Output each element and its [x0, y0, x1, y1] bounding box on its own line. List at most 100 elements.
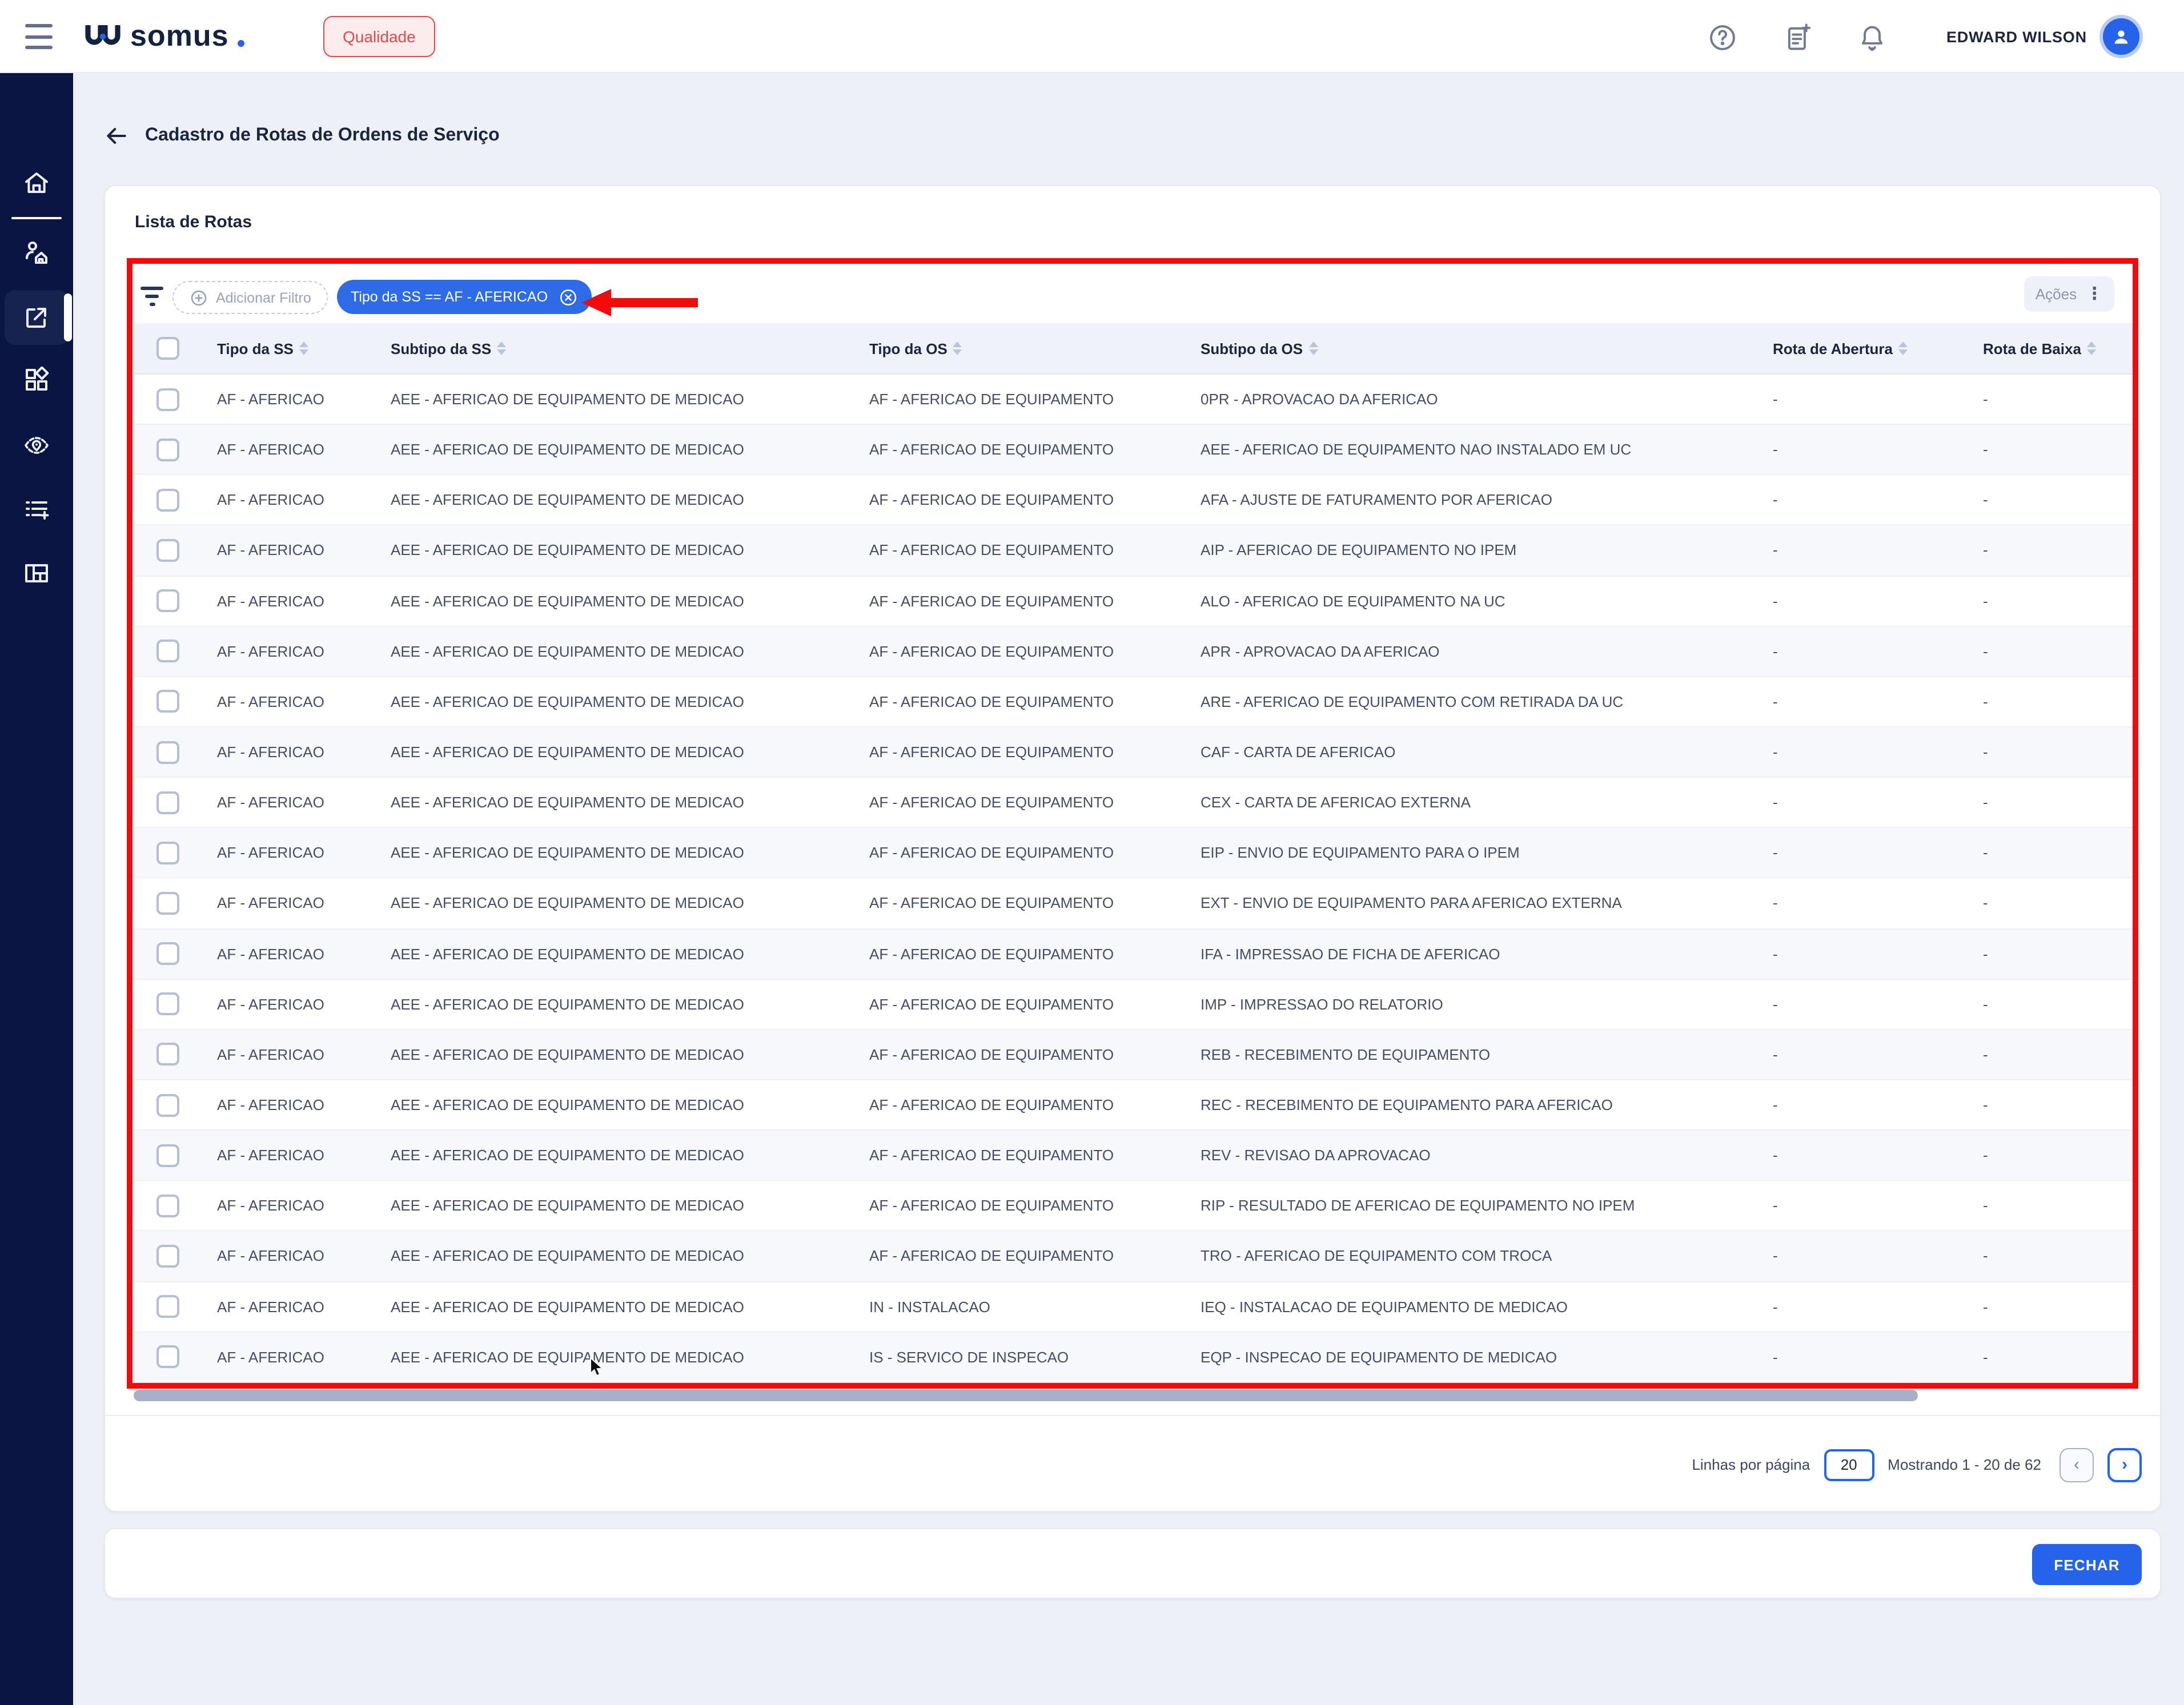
table-row[interactable]: AF - AFERICAO AEE - AFERICAO DE EQUIPAME…: [134, 1080, 2135, 1131]
column-header-tipo-ss[interactable]: Tipo da SS: [217, 340, 391, 357]
row-checkbox[interactable]: [156, 1195, 179, 1217]
table-row[interactable]: AF - AFERICAO AEE - AFERICAO DE EQUIPAME…: [134, 778, 2135, 828]
plus-circle-icon: [190, 288, 208, 307]
app-window: somus Qualidade EDWARD WILSON Cadastro d…: [0, 0, 2184, 1705]
row-checkbox[interactable]: [156, 388, 179, 411]
table-row[interactable]: AF - AFERICAO AEE - AFERICAO DE EQUIPAME…: [134, 727, 2135, 778]
row-checkbox[interactable]: [156, 589, 179, 612]
row-checkbox[interactable]: [156, 1295, 179, 1318]
horizontal-scrollbar[interactable]: [134, 1390, 1918, 1401]
rows-per-page-input[interactable]: [1824, 1449, 1874, 1481]
add-filter-label: Adicionar Filtro: [216, 289, 311, 305]
cell-subtipo-ss: AEE - AFERICAO DE EQUIPAMENTO DE MEDICAO: [391, 542, 869, 559]
table-row[interactable]: AF - AFERICAO AEE - AFERICAO DE EQUIPAME…: [134, 1181, 2135, 1232]
row-checkbox[interactable]: [156, 438, 179, 461]
row-checkbox[interactable]: [156, 489, 179, 512]
sidebar-item-home[interactable]: [0, 155, 73, 210]
row-checkbox[interactable]: [156, 640, 179, 663]
table-row[interactable]: AF - AFERICAO AEE - AFERICAO DE EQUIPAME…: [134, 979, 2135, 1030]
cell-tipo-ss: AF - AFERICAO: [217, 542, 391, 559]
table-row[interactable]: AF - AFERICAO AEE - AFERICAO DE EQUIPAME…: [134, 626, 2135, 677]
select-all-checkbox[interactable]: [156, 337, 179, 360]
row-checkbox[interactable]: [156, 993, 179, 1016]
table-row[interactable]: AF - AFERICAO AEE - AFERICAO DE EQUIPAME…: [134, 829, 2135, 879]
back-arrow-icon[interactable]: [104, 123, 129, 148]
row-checkbox[interactable]: [156, 1245, 179, 1268]
sort-icon: [953, 341, 962, 355]
cell-subtipo-os: TRO - AFERICAO DE EQUIPAMENTO COM TROCA: [1201, 1248, 1773, 1265]
row-checkbox[interactable]: [156, 892, 179, 915]
row-checkbox[interactable]: [156, 791, 179, 814]
table-row[interactable]: AF - AFERICAO AEE - AFERICAO DE EQUIPAME…: [134, 929, 2135, 979]
main-content: Cadastro de Rotas de Ordens de Serviço L…: [73, 73, 2184, 1705]
logo-text: somus: [130, 21, 229, 50]
sidebar-item-external[interactable]: [0, 290, 73, 345]
cell-rota-abertura: -: [1773, 492, 1983, 509]
cell-rota-abertura: -: [1773, 693, 1983, 710]
sidebar-item-list-add[interactable]: [0, 482, 73, 537]
table-row[interactable]: AF - AFERICAO AEE - AFERICAO DE EQUIPAME…: [134, 476, 2135, 526]
cell-rota-abertura: -: [1773, 1248, 1983, 1265]
row-checkbox[interactable]: [156, 1093, 179, 1116]
actions-button[interactable]: Ações ⋮: [2024, 276, 2114, 312]
table-row[interactable]: AF - AFERICAO AEE - AFERICAO DE EQUIPAME…: [134, 375, 2135, 425]
column-header-rota-baixa[interactable]: Rota de Baixa: [1983, 340, 2135, 357]
person-icon: [2110, 25, 2133, 48]
cell-tipo-ss: AF - AFERICAO: [217, 492, 391, 509]
table-row[interactable]: AF - AFERICAO AEE - AFERICAO DE EQUIPAME…: [134, 879, 2135, 929]
table-row[interactable]: AF - AFERICAO AEE - AFERICAO DE EQUIPAME…: [134, 576, 2135, 626]
sidebar-item-widgets[interactable]: [0, 353, 73, 408]
table-row[interactable]: AF - AFERICAO AEE - AFERICAO DE EQUIPAME…: [134, 1232, 2135, 1282]
table-row[interactable]: AF - AFERICAO AEE - AFERICAO DE EQUIPAME…: [134, 1131, 2135, 1181]
column-header-subtipo-os[interactable]: Subtipo da OS: [1201, 340, 1773, 357]
add-filter-button[interactable]: Adicionar Filtro: [172, 281, 328, 314]
row-checkbox[interactable]: [156, 942, 179, 965]
sidebar-item-table[interactable]: [0, 546, 73, 601]
widgets-icon: [23, 367, 50, 394]
row-checkbox[interactable]: [156, 1043, 179, 1066]
cell-rota-abertura: -: [1773, 996, 1983, 1013]
help-icon[interactable]: [1708, 23, 1737, 53]
sidebar-item-user-home[interactable]: [0, 225, 73, 280]
cell-subtipo-os: IFA - IMPRESSAO DE FICHA DE AFERICAO: [1201, 945, 1773, 962]
table-row[interactable]: AF - AFERICAO AEE - AFERICAO DE EQUIPAME…: [134, 1030, 2135, 1080]
sort-icon: [1308, 341, 1318, 355]
cell-subtipo-os: APR - APROVACAO DA AFERICAO: [1201, 643, 1773, 660]
table-row[interactable]: AF - AFERICAO AEE - AFERICAO DE EQUIPAME…: [134, 425, 2135, 475]
column-header-subtipo-ss[interactable]: Subtipo da SS: [391, 340, 869, 357]
cell-rota-baixa: -: [1983, 1197, 2135, 1215]
row-checkbox[interactable]: [156, 1345, 179, 1368]
cell-rota-baixa: -: [1983, 391, 2135, 408]
home-icon: [23, 169, 50, 196]
row-checkbox[interactable]: [156, 539, 179, 562]
row-checkbox[interactable]: [156, 842, 179, 864]
table-row[interactable]: AF - AFERICAO AEE - AFERICAO DE EQUIPAME…: [134, 1332, 2135, 1382]
menu-icon[interactable]: [25, 24, 53, 49]
active-filter-chip[interactable]: Tipo da SS == AF - AFERICAO: [337, 280, 591, 314]
cell-tipo-os: AF - AFERICAO DE EQUIPAMENTO: [869, 643, 1201, 660]
table-row[interactable]: AF - AFERICAO AEE - AFERICAO DE EQUIPAME…: [134, 677, 2135, 727]
sort-icon: [1898, 341, 1908, 355]
row-checkbox[interactable]: [156, 690, 179, 713]
prev-page-button[interactable]: ‹: [2059, 1447, 2094, 1482]
cell-tipo-ss: AF - AFERICAO: [217, 592, 391, 609]
column-header-tipo-os[interactable]: Tipo da OS: [869, 340, 1201, 357]
next-page-button[interactable]: ›: [2107, 1447, 2142, 1482]
close-button[interactable]: FECHAR: [2032, 1544, 2142, 1585]
cell-rota-abertura: -: [1773, 895, 1983, 912]
row-checkbox[interactable]: [156, 741, 179, 763]
row-checkbox[interactable]: [156, 1144, 179, 1167]
cell-tipo-os: AF - AFERICAO DE EQUIPAMENTO: [869, 945, 1201, 962]
filter-icon[interactable]: [140, 287, 163, 307]
sidebar-item-map-eye[interactable]: [0, 418, 73, 473]
note-add-icon[interactable]: [1783, 23, 1813, 53]
avatar[interactable]: [2103, 18, 2139, 55]
table-row[interactable]: AF - AFERICAO AEE - AFERICAO DE EQUIPAME…: [134, 1282, 2135, 1332]
cell-subtipo-os: CAF - CARTA DE AFERICAO: [1201, 743, 1773, 761]
remove-filter-icon[interactable]: [558, 287, 577, 307]
table-row[interactable]: AF - AFERICAO AEE - AFERICAO DE EQUIPAME…: [134, 526, 2135, 576]
column-header-rota-abertura[interactable]: Rota de Abertura: [1773, 340, 1983, 357]
cell-rota-abertura: -: [1773, 1348, 1983, 1365]
cell-tipo-ss: AF - AFERICAO: [217, 945, 391, 962]
bell-icon[interactable]: [1857, 23, 1887, 53]
